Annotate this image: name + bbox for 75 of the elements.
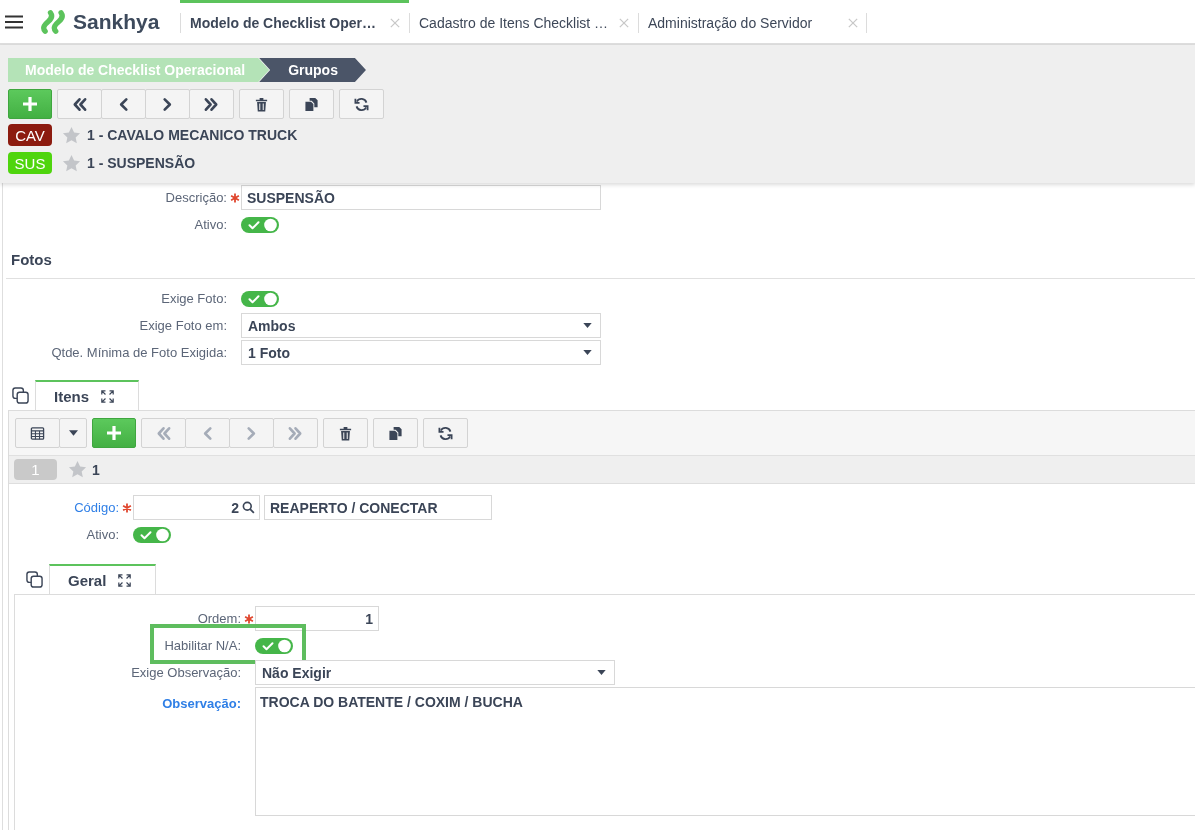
documents-icon: [388, 425, 403, 441]
plus-icon: [106, 425, 122, 441]
record-badge: CAV: [8, 124, 52, 146]
double-chevron-right-icon: [288, 425, 303, 441]
caret-down-icon: [68, 430, 78, 436]
refresh-icon: [438, 425, 453, 441]
stacked-squares-icon[interactable]: [26, 571, 43, 588]
expand-icon[interactable]: [101, 390, 114, 403]
field-label: Ativo:: [86, 527, 119, 542]
record-title: 1 - CAVALO MECANICO TRUCK: [87, 127, 298, 143]
field-label: Exige Observação:: [131, 665, 241, 680]
delete-button[interactable]: [323, 418, 368, 448]
record-title: 1 - SUSPENSÃO: [87, 155, 196, 171]
delete-button[interactable]: [239, 89, 284, 119]
search-icon[interactable]: [242, 501, 255, 514]
select-field[interactable]: Ambos: [241, 313, 601, 338]
field-label: Habilitar N/A:: [164, 638, 241, 653]
select-field[interactable]: Não Exigir: [255, 660, 615, 685]
record-badge: SUS: [8, 152, 52, 174]
code-field[interactable]: 2: [133, 495, 260, 520]
last-record-button[interactable]: [189, 89, 234, 119]
caret-down-icon: [597, 670, 606, 675]
logo-text: Sankhya: [73, 9, 160, 34]
module-tab[interactable]: Cadastro de Itens Checklist …: [409, 0, 638, 43]
select-field[interactable]: 1 Foto: [241, 340, 601, 365]
record-title: 1: [92, 461, 100, 478]
number-field[interactable]: 1: [255, 606, 379, 631]
grid-view-button[interactable]: [15, 418, 60, 448]
duplicate-button[interactable]: [373, 418, 418, 448]
text-field[interactable]: SUSPENSÃO: [241, 185, 601, 210]
caret-down-icon: [583, 323, 592, 328]
grid-icon: [30, 425, 45, 441]
refresh-icon: [354, 96, 369, 112]
expand-icon[interactable]: [118, 574, 132, 587]
field-label: Ativo:: [194, 217, 227, 232]
field-label: Observação:: [162, 696, 241, 711]
section-header: Fotos: [6, 250, 1195, 279]
toggle-switch[interactable]: [241, 290, 279, 307]
text-area[interactable]: TROCA DO BATENTE / COXIM / BUCHA: [255, 687, 1195, 816]
duplicate-button[interactable]: [289, 89, 334, 119]
module-tab[interactable]: Administração do Servidor: [638, 0, 867, 43]
star-icon[interactable]: [68, 460, 87, 479]
caret-down-icon: [583, 350, 592, 355]
double-chevron-left-icon: [72, 96, 87, 112]
field-label: Ordem:: [197, 611, 241, 626]
dropdown-button[interactable]: [59, 418, 87, 448]
field-label: Descrição:: [165, 190, 227, 205]
toggle-switch[interactable]: [241, 216, 279, 233]
refresh-button[interactable]: [339, 89, 384, 119]
panel-tab[interactable]: Geral: [49, 564, 157, 595]
refresh-button[interactable]: [423, 418, 468, 448]
panel-tab[interactable]: Itens: [35, 380, 139, 411]
trash-icon: [338, 425, 353, 441]
stacked-squares-icon[interactable]: [12, 387, 29, 404]
add-button[interactable]: [8, 89, 52, 119]
breadcrumb-item[interactable]: Grupos: [259, 58, 366, 82]
field-label: Qtde. Mínima de Foto Exigida:: [51, 345, 227, 360]
description-field[interactable]: REAPERTO / CONECTAR: [264, 495, 492, 520]
toggle-switch[interactable]: [133, 526, 171, 543]
star-icon[interactable]: [62, 153, 81, 173]
double-chevron-right-icon: [204, 96, 219, 112]
toggle-switch[interactable]: [255, 637, 293, 654]
documents-icon: [304, 96, 319, 112]
star-icon[interactable]: [62, 125, 81, 145]
trash-icon: [254, 96, 269, 112]
next-record-button[interactable]: [145, 89, 190, 119]
previous-record-button[interactable]: [101, 89, 146, 119]
add-button[interactable]: [92, 418, 136, 448]
field-label: Exige Foto:: [161, 291, 227, 306]
menu-icon[interactable]: [5, 14, 23, 29]
field-label: Exige Foto em:: [139, 318, 227, 333]
first-record-button[interactable]: [57, 89, 102, 119]
double-chevron-left-icon: [156, 425, 171, 441]
field-label: Código:: [74, 500, 119, 515]
plus-icon: [22, 96, 38, 112]
